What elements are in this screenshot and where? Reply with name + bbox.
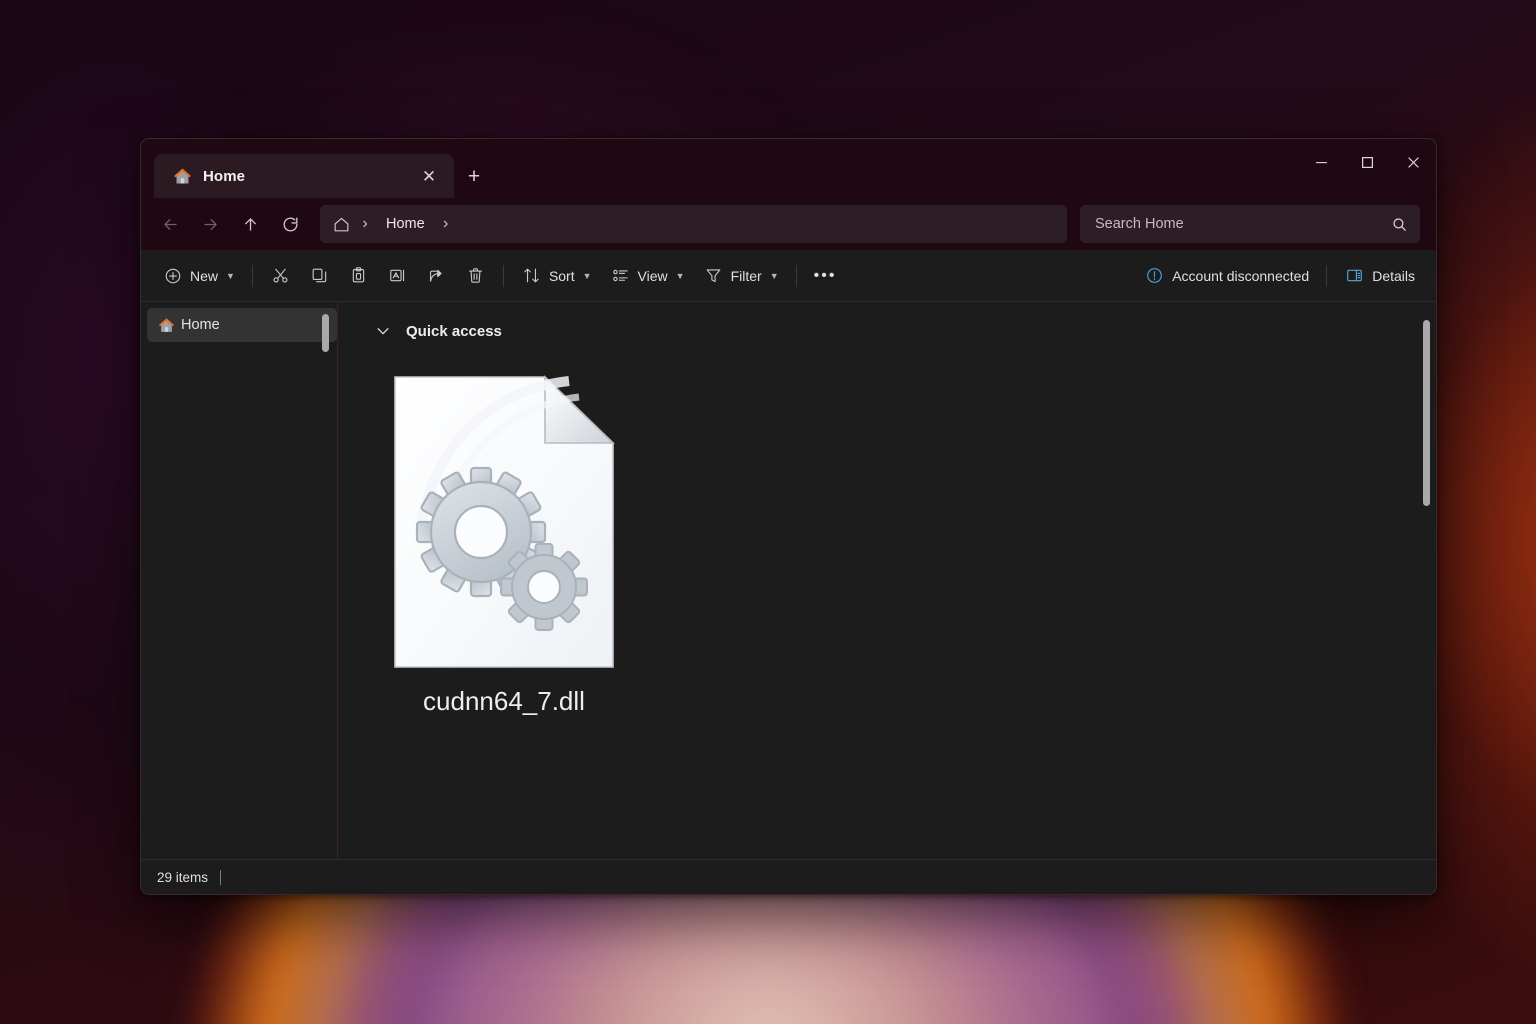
- close-button[interactable]: [1390, 139, 1436, 185]
- item-count-label: 29 items: [157, 869, 209, 885]
- back-button[interactable]: [151, 207, 189, 241]
- sort-button[interactable]: Sort ▼: [512, 258, 601, 294]
- trash-icon: [465, 265, 486, 286]
- new-button-label: New: [190, 267, 219, 284]
- quick-access-label: Quick access: [406, 322, 502, 340]
- tab-home[interactable]: Home ✕: [154, 154, 454, 198]
- toolbar-divider-1: [251, 264, 253, 287]
- filter-button-label: Filter: [730, 267, 762, 284]
- paste-icon: [348, 265, 369, 286]
- search-icon[interactable]: [1391, 216, 1408, 233]
- alert-circle-icon: [1144, 265, 1165, 286]
- maximize-button[interactable]: [1344, 139, 1390, 185]
- details-pane-icon: [1344, 265, 1365, 286]
- delete-button[interactable]: [456, 258, 495, 294]
- refresh-button[interactable]: [271, 207, 309, 241]
- breadcrumb-item-home[interactable]: Home: [378, 212, 433, 236]
- details-button[interactable]: Details: [1335, 258, 1424, 294]
- command-bar: New ▼ Sort ▼ View ▼ Filter ▼ ••• Account…: [141, 250, 1436, 302]
- status-divider: [220, 869, 222, 885]
- share-icon: [426, 265, 447, 286]
- sort-icon: [521, 265, 542, 286]
- toolbar-divider-4: [1326, 264, 1328, 287]
- breadcrumb-separator-2[interactable]: ›: [435, 211, 457, 237]
- sidebar-item-label: Home: [181, 317, 220, 333]
- view-icon: [610, 265, 631, 286]
- sidebar-scrollbar[interactable]: [322, 314, 329, 352]
- copy-icon: [309, 265, 330, 286]
- minimize-button[interactable]: [1298, 139, 1344, 185]
- filter-icon: [703, 265, 724, 286]
- search-box[interactable]: [1080, 205, 1420, 243]
- address-bar[interactable]: › Home ›: [320, 205, 1067, 243]
- status-bar: 29 items: [141, 859, 1436, 894]
- chevron-down-icon: ▼: [675, 270, 685, 281]
- file-item[interactable]: cudnn64_7.dll: [390, 368, 618, 723]
- toolbar-divider-3: [795, 264, 797, 287]
- tab-label: Home: [203, 167, 246, 185]
- explorer-body: Home Quick access cudnn64_7.dll: [141, 302, 1436, 859]
- forward-button[interactable]: [191, 207, 229, 241]
- new-tab-button[interactable]: +: [454, 154, 494, 198]
- chevron-down-icon[interactable]: [372, 320, 394, 342]
- tab-strip: Home ✕ +: [141, 139, 494, 198]
- overflow-button[interactable]: •••: [805, 258, 846, 294]
- desktop: Home ✕ + › Home › Search Home New ▼ Sort…: [0, 0, 1536, 1024]
- home-icon: [172, 166, 193, 187]
- file-name-label: cudnn64_7.dll: [423, 686, 585, 716]
- up-button[interactable]: [231, 207, 269, 241]
- breadcrumb-separator-1[interactable]: ›: [354, 211, 376, 237]
- toolbar-divider-2: [502, 264, 504, 287]
- filter-button[interactable]: Filter ▼: [694, 258, 788, 294]
- navigation-pane: Home: [141, 302, 337, 859]
- new-button[interactable]: New ▼: [153, 258, 244, 294]
- tab-close-icon[interactable]: ✕: [414, 161, 444, 191]
- share-button[interactable]: [417, 258, 456, 294]
- sort-button-label: Sort: [548, 267, 575, 284]
- account-status-label: Account disconnected: [1172, 267, 1310, 284]
- rename-button[interactable]: [378, 258, 417, 294]
- view-button[interactable]: View ▼: [601, 258, 694, 294]
- file-grid: cudnn64_7.dll: [338, 346, 1436, 723]
- chevron-down-icon: ▼: [582, 270, 592, 281]
- navigation-bar: › Home ›: [141, 198, 1436, 250]
- title-bar: Home ✕ +: [141, 139, 1436, 198]
- overflow-icon: •••: [813, 266, 837, 284]
- search-input[interactable]: [1095, 216, 1391, 232]
- scissors-icon: [270, 265, 291, 286]
- home-icon: [157, 316, 176, 335]
- details-button-label: Details: [1372, 267, 1415, 284]
- copy-button[interactable]: [300, 258, 339, 294]
- paste-button[interactable]: [339, 258, 378, 294]
- plus-circle-icon: [162, 265, 183, 286]
- content-pane: Quick access cudnn64_7.dll: [338, 302, 1436, 859]
- sidebar-item-home[interactable]: Home: [147, 308, 337, 342]
- chevron-down-icon: ▼: [226, 270, 235, 281]
- chevron-down-icon: ▼: [769, 270, 779, 281]
- file-explorer-window: Home ✕ + › Home › Search Home New ▼ Sort…: [140, 138, 1437, 895]
- home-outline-icon[interactable]: [330, 211, 352, 237]
- dll-file-icon: [392, 374, 616, 670]
- content-scrollbar[interactable]: [1423, 320, 1430, 506]
- quick-access-section-header[interactable]: Quick access: [338, 302, 1436, 346]
- account-status-button[interactable]: Account disconnected: [1135, 258, 1318, 294]
- rename-icon: [387, 265, 408, 286]
- cut-button[interactable]: [261, 258, 300, 294]
- window-controls: [1298, 139, 1436, 185]
- view-button-label: View: [637, 267, 668, 284]
